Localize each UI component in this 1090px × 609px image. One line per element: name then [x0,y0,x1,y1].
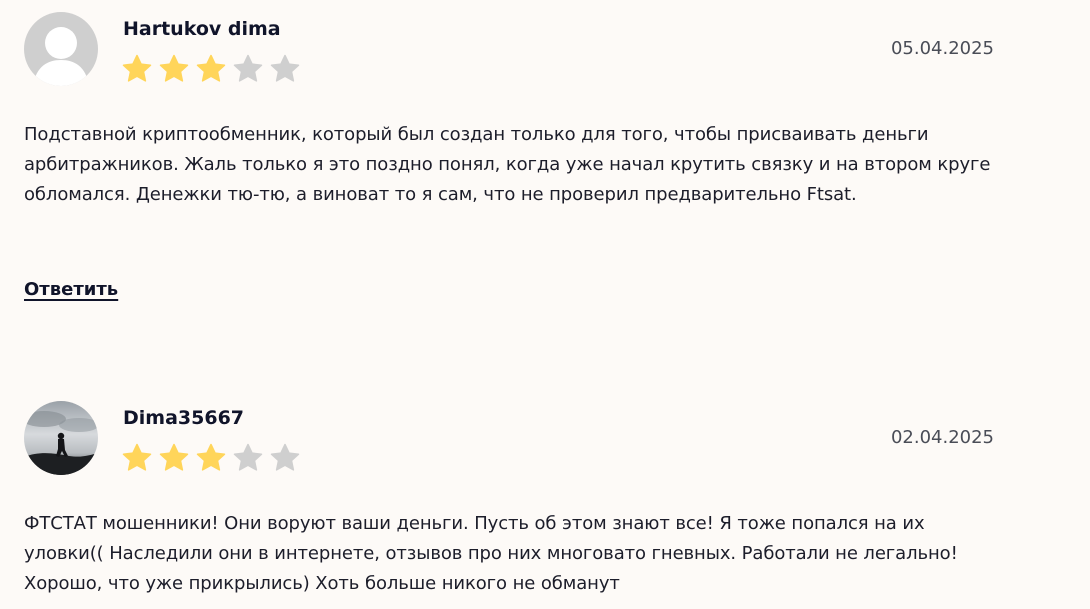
star-empty-icon [233,54,263,84]
user-photo-avatar [24,401,98,475]
star-filled-icon [196,54,226,84]
reviews-list: Hartukov dima 05.04.2025 Подставной крип… [0,0,1090,609]
review-author: Hartukov dima [123,18,281,40]
star-rating [122,443,300,473]
star-empty-icon [233,443,263,473]
review-text: ФТСТАТ мошенники! Они воруют ваши деньги… [24,513,958,594]
review-text: Подставной криптообменник, который был с… [24,124,991,205]
star-filled-icon [159,54,189,84]
default-user-avatar-icon [24,12,98,86]
star-filled-icon [159,443,189,473]
star-empty-icon [270,443,300,473]
star-filled-icon [196,443,226,473]
review-date: 02.04.2025 [890,427,994,448]
review-author: Dima35667 [123,407,245,429]
reply-link[interactable]: Ответить [24,279,118,300]
star-rating [122,54,300,84]
star-empty-icon [270,54,300,84]
star-filled-icon [122,443,152,473]
review-date: 05.04.2025 [890,38,994,59]
star-filled-icon [122,54,152,84]
